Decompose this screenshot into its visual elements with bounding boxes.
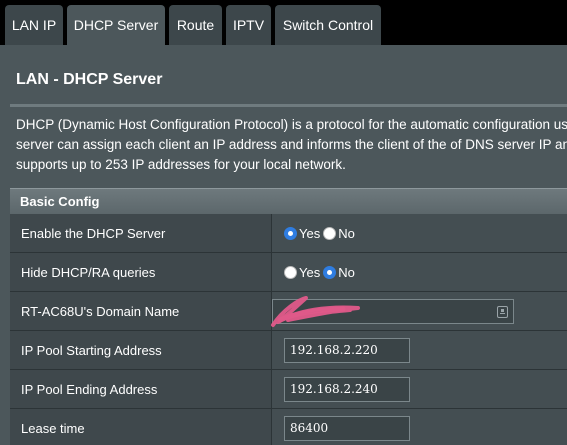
contact-card-icon[interactable] (497, 305, 508, 318)
enable-dhcp-no-radio[interactable] (323, 226, 337, 240)
description-line: server can assign each client an IP addr… (16, 137, 567, 152)
page-title: LAN - DHCP Server (16, 71, 163, 88)
pool-start-label: IP Pool Starting Address (10, 331, 272, 369)
tab-iptv[interactable]: IPTV (226, 5, 271, 45)
lease-time-row: Lease time 86400 (10, 409, 567, 445)
lease-time-label: Lease time (10, 409, 272, 445)
enable-dhcp-no-label[interactable]: No (338, 226, 355, 241)
title-divider (10, 104, 567, 107)
router-admin-page: LAN IP DHCP Server Route IPTV Switch Con… (0, 0, 567, 445)
pool-start-input[interactable]: 192.168.2.220 (284, 337, 410, 363)
tab-route[interactable]: Route (169, 5, 222, 45)
description-line: supports up to 253 IP addresses for your… (16, 157, 346, 172)
hide-queries-no-label[interactable]: No (338, 265, 355, 280)
tab-dhcp-server[interactable]: DHCP Server (67, 5, 165, 45)
enable-dhcp-yes-radio[interactable] (284, 226, 297, 240)
enable-dhcp-options: Yes No (272, 214, 567, 252)
hide-queries-yes-radio[interactable] (284, 265, 297, 279)
enable-dhcp-label: Enable the DHCP Server (10, 214, 272, 252)
description-line: DHCP (Dynamic Host Configuration Protoco… (16, 117, 567, 132)
page-description: DHCP (Dynamic Host Configuration Protoco… (16, 115, 567, 175)
redaction-scribble (271, 296, 360, 327)
hide-queries-no-radio[interactable] (323, 265, 337, 279)
tab-lan-ip[interactable]: LAN IP (5, 5, 63, 45)
enable-dhcp-radio-group: Yes No (284, 226, 358, 241)
hide-queries-options: Yes No (272, 253, 567, 291)
pool-end-input[interactable]: 192.168.2.240 (284, 376, 410, 402)
tab-switch-control[interactable]: Switch Control (275, 5, 381, 45)
hide-queries-radio-group: Yes No (284, 265, 358, 280)
pool-end-label: IP Pool Ending Address (10, 370, 272, 408)
pool-start-row: IP Pool Starting Address 192.168.2.220 (10, 331, 567, 370)
pool-end-row: IP Pool Ending Address 192.168.2.240 (10, 370, 567, 409)
lease-time-cell: 86400 (272, 409, 567, 445)
enable-dhcp-yes-label[interactable]: Yes (299, 226, 320, 241)
hide-queries-row: Hide DHCP/RA queries Yes No (10, 253, 567, 292)
enable-dhcp-row: Enable the DHCP Server Yes No (10, 214, 567, 253)
tab-bar: LAN IP DHCP Server Route IPTV Switch Con… (0, 5, 567, 45)
domain-name-label: RT-AC68U's Domain Name (10, 292, 272, 330)
basic-config-header: Basic Config (10, 188, 567, 214)
hide-queries-yes-label[interactable]: Yes (299, 265, 320, 280)
pool-start-cell: 192.168.2.220 (272, 331, 567, 369)
pool-end-cell: 192.168.2.240 (272, 370, 567, 408)
hide-queries-label: Hide DHCP/RA queries (10, 253, 272, 291)
lease-time-input[interactable]: 86400 (284, 415, 410, 441)
content-panel: LAN - DHCP Server DHCP (Dynamic Host Con… (0, 45, 567, 445)
